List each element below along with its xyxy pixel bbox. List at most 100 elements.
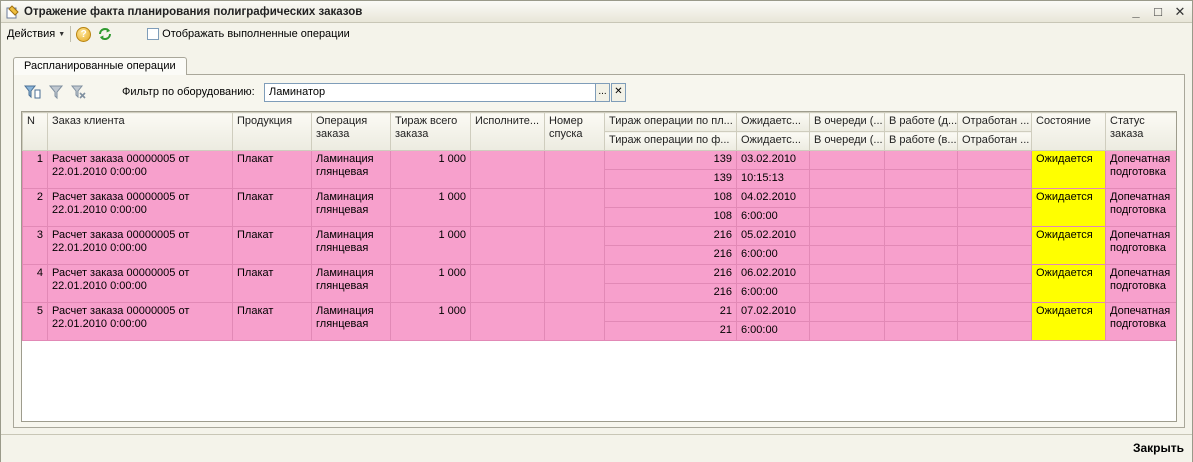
toolbar: Действия ▼ ? Отображать выполненные опер… xyxy=(1,23,1192,45)
row-done-1 xyxy=(957,226,1032,246)
table-row[interactable]: 1 Расчет заказа 00000005 от 22.01.2010 0:… xyxy=(22,150,1176,189)
tab-panel: Фильтр по оборудованию: Ламинатор ... ✕ … xyxy=(13,74,1185,428)
row-order-run: 1 000 xyxy=(390,226,471,265)
col-inwork-2[interactable]: В работе (в... xyxy=(884,131,958,151)
row-expected-date: 05.02.2010 xyxy=(736,226,810,246)
row-product: Плакат xyxy=(232,264,312,303)
clear-equipment-button[interactable]: ✕ xyxy=(611,83,626,102)
refresh-icon[interactable] xyxy=(97,26,113,42)
row-done-2 xyxy=(957,245,1032,265)
col-client-order[interactable]: Заказ клиента xyxy=(47,112,233,151)
maximize-button[interactable]: □ xyxy=(1150,4,1166,20)
row-order-run: 1 000 xyxy=(390,188,471,227)
row-queue-1 xyxy=(809,188,885,208)
col-release-no[interactable]: Номер спуска xyxy=(544,112,605,151)
row-executor xyxy=(470,302,545,341)
equipment-filter-input[interactable]: Ламинатор xyxy=(264,83,596,102)
row-inwork-2 xyxy=(884,321,958,341)
show-completed-checkbox[interactable] xyxy=(147,28,160,40)
row-done-2 xyxy=(957,321,1032,341)
row-number: 4 xyxy=(22,264,48,303)
row-number: 2 xyxy=(22,188,48,227)
row-expected-date: 06.02.2010 xyxy=(736,264,810,284)
col-op-run-plan[interactable]: Тираж операции по пл... xyxy=(604,112,737,132)
col-order-status[interactable]: Статус заказа xyxy=(1105,112,1176,151)
row-order-status: Допечатная подготовка xyxy=(1105,188,1176,227)
col-op-run-fact[interactable]: Тираж операции по ф... xyxy=(604,131,737,151)
row-done-1 xyxy=(957,150,1032,170)
row-release-no xyxy=(544,302,605,341)
row-expected-date: 04.02.2010 xyxy=(736,188,810,208)
col-n[interactable]: N xyxy=(22,112,48,151)
col-queue-2[interactable]: В очереди (... xyxy=(809,131,885,151)
row-product: Плакат xyxy=(232,226,312,265)
row-inwork-1 xyxy=(884,188,958,208)
row-queue-1 xyxy=(809,150,885,170)
row-order-status: Допечатная подготовка xyxy=(1105,226,1176,265)
table-row[interactable]: 4 Расчет заказа 00000005 от 22.01.2010 0:… xyxy=(22,264,1176,303)
title-bar[interactable]: Отражение факта планирования полиграфиче… xyxy=(1,1,1192,23)
col-expected-date[interactable]: Ожидаетс... xyxy=(736,112,810,132)
col-queue-1[interactable]: В очереди (... xyxy=(809,112,885,132)
filter-icon[interactable] xyxy=(48,84,65,100)
row-state: Ожидается xyxy=(1031,226,1106,265)
row-operation: Ламинация глянцевая xyxy=(311,188,391,227)
close-window-button[interactable]: ✕ xyxy=(1172,4,1188,20)
table-row[interactable]: 5 Расчет заказа 00000005 от 22.01.2010 0:… xyxy=(22,302,1176,341)
row-expected-time: 6:00:00 xyxy=(736,283,810,303)
minimize-button[interactable]: _ xyxy=(1128,4,1144,20)
show-completed-toggle[interactable]: Отображать выполненные операции xyxy=(147,28,350,40)
row-client-order: Расчет заказа 00000005 от 22.01.2010 0:0… xyxy=(47,150,233,189)
row-number: 5 xyxy=(22,302,48,341)
row-op-run-fact: 216 xyxy=(604,245,737,265)
row-expected-date: 07.02.2010 xyxy=(736,302,810,322)
form-icon xyxy=(5,4,19,19)
row-executor xyxy=(470,150,545,189)
col-order-run[interactable]: Тираж всего заказа xyxy=(390,112,471,151)
row-op-run-plan: 216 xyxy=(604,264,737,284)
table-row[interactable]: 2 Расчет заказа 00000005 от 22.01.2010 0:… xyxy=(22,188,1176,227)
set-filter-icon[interactable] xyxy=(23,84,41,100)
row-expected-time: 6:00:00 xyxy=(736,207,810,227)
col-done-1[interactable]: Отработан ... xyxy=(957,112,1032,132)
help-icon[interactable]: ? xyxy=(76,26,92,42)
row-done-1 xyxy=(957,264,1032,284)
select-equipment-button[interactable]: ... xyxy=(595,83,610,102)
row-queue-2 xyxy=(809,169,885,189)
row-operation: Ламинация глянцевая xyxy=(311,150,391,189)
row-expected-time: 6:00:00 xyxy=(736,245,810,265)
footer: Закрыть xyxy=(1,434,1192,462)
col-expected-time[interactable]: Ожидаетс... xyxy=(736,131,810,151)
row-order-status: Допечатная подготовка xyxy=(1105,264,1176,303)
row-done-2 xyxy=(957,283,1032,303)
row-release-no xyxy=(544,226,605,265)
row-client-order: Расчет заказа 00000005 от 22.01.2010 0:0… xyxy=(47,264,233,303)
row-inwork-2 xyxy=(884,245,958,265)
row-expected-time: 6:00:00 xyxy=(736,321,810,341)
col-executor[interactable]: Исполните... xyxy=(470,112,545,151)
actions-menu[interactable]: Действия ▼ xyxy=(7,28,65,40)
col-state[interactable]: Состояние xyxy=(1031,112,1106,151)
row-product: Плакат xyxy=(232,302,312,341)
col-operation[interactable]: Операция заказа xyxy=(311,112,391,151)
row-queue-1 xyxy=(809,226,885,246)
row-executor xyxy=(470,264,545,303)
close-button[interactable]: Закрыть xyxy=(1133,441,1184,455)
dropdown-arrow-icon: ▼ xyxy=(58,30,66,38)
clear-filter-icon[interactable] xyxy=(70,84,87,100)
row-product: Плакат xyxy=(232,188,312,227)
row-product: Плакат xyxy=(232,150,312,189)
row-op-run-plan: 139 xyxy=(604,150,737,170)
row-order-status: Допечатная подготовка xyxy=(1105,302,1176,341)
tab-planned-operations[interactable]: Распланированные операции xyxy=(13,57,187,75)
table-row[interactable]: 3 Расчет заказа 00000005 от 22.01.2010 0:… xyxy=(22,226,1176,265)
row-operation: Ламинация глянцевая xyxy=(311,226,391,265)
col-done-2[interactable]: Отработан ... xyxy=(957,131,1032,151)
col-inwork-1[interactable]: В работе (д... xyxy=(884,112,958,132)
row-inwork-1 xyxy=(884,226,958,246)
col-product[interactable]: Продукция xyxy=(232,112,312,151)
operations-grid[interactable]: N Заказ клиента Продукция Операция заказ… xyxy=(21,111,1177,422)
row-queue-2 xyxy=(809,283,885,303)
filter-row: Фильтр по оборудованию: Ламинатор ... ✕ xyxy=(14,81,1184,103)
row-order-run: 1 000 xyxy=(390,264,471,303)
